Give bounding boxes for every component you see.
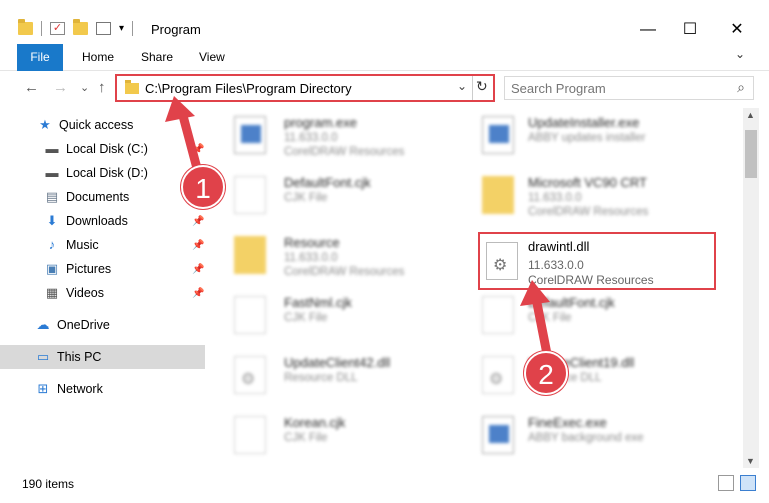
large-icons-view-icon[interactable] <box>740 475 756 491</box>
details-view-icon[interactable] <box>718 475 734 491</box>
step-1-badge: 1 <box>181 165 225 209</box>
status-bar: 190 items <box>0 472 769 496</box>
arrow-1 <box>165 96 203 177</box>
arrow-2 <box>520 280 552 359</box>
item-count: 190 items <box>22 477 75 491</box>
annotation-arrows <box>165 96 552 359</box>
step-2-badge: 2 <box>524 351 568 395</box>
